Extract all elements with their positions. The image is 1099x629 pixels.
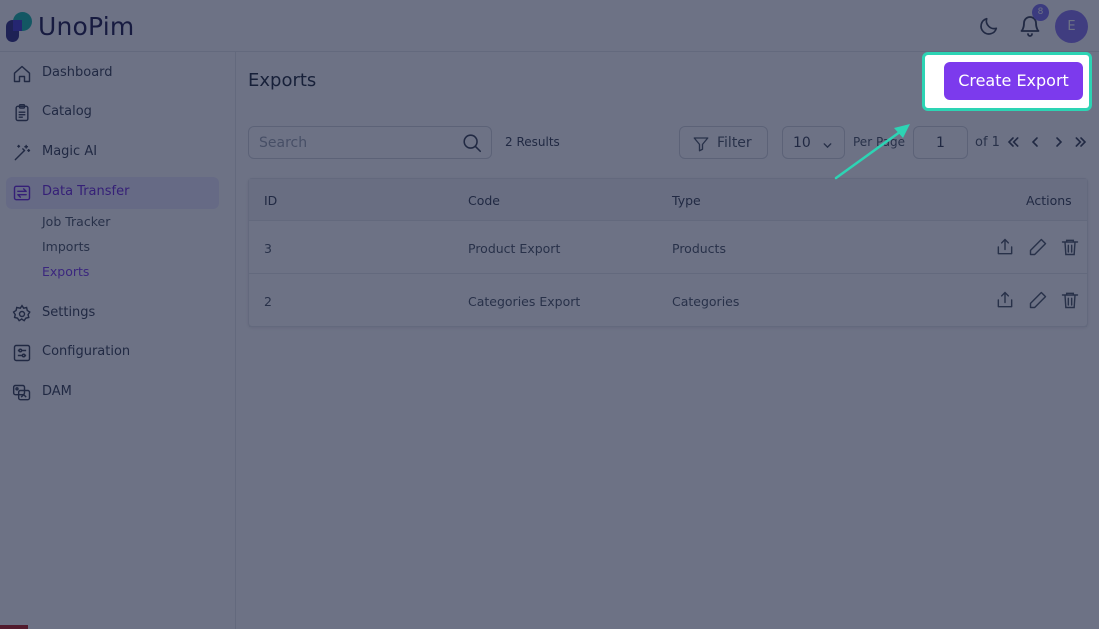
total-pages-label: of 1 (975, 135, 1000, 150)
column-header-type[interactable]: Type (672, 193, 701, 208)
export-icon[interactable] (995, 290, 1015, 310)
cell-code: Categories Export (468, 294, 581, 309)
cell-type: Categories (672, 294, 740, 309)
dark-mode-icon[interactable] (978, 15, 1000, 37)
table-header: ID Code Type Actions (249, 179, 1087, 221)
cell-type: Products (672, 241, 726, 256)
column-header-id[interactable]: ID (264, 193, 277, 208)
notification-badge: 8 (1032, 4, 1049, 21)
exports-table: ID Code Type Actions 3 Product Export Pr… (248, 178, 1088, 327)
sidebar-item-catalog[interactable]: Catalog (6, 97, 219, 129)
sidebar-subitem-job-tracker[interactable]: Job Tracker (42, 214, 110, 229)
data-transfer-icon (12, 183, 32, 203)
sidebar-item-label: Dashboard (42, 65, 113, 80)
top-header: UnoPim 8 E (0, 0, 1099, 52)
page-number-input[interactable] (913, 126, 968, 159)
search-icon[interactable] (461, 132, 483, 154)
sidebar-item-magic-ai[interactable]: Magic AI (6, 137, 219, 169)
sidebar-item-label: Catalog (42, 104, 92, 119)
logo[interactable]: UnoPim (6, 11, 134, 43)
results-count: 2 Results (505, 135, 560, 149)
cell-code: Product Export (468, 241, 561, 256)
delete-icon[interactable] (1060, 290, 1080, 310)
column-header-code[interactable]: Code (468, 193, 500, 208)
per-page-value: 10 (793, 135, 811, 151)
sidebar-item-dashboard[interactable]: Dashboard (6, 58, 219, 90)
per-page-label: Per Page (853, 135, 905, 149)
search-box[interactable] (248, 126, 492, 159)
sidebar-item-label: DAM (42, 384, 72, 399)
sidebar-item-data-transfer[interactable]: Data Transfer (6, 177, 219, 209)
cell-id: 3 (264, 241, 272, 256)
logo-text: UnoPim (38, 12, 135, 41)
per-page-select[interactable]: 10 (782, 126, 845, 159)
highlight-frame: Create Export (922, 52, 1092, 111)
table-row: 3 Product Export Products (249, 221, 1087, 274)
clipboard-icon (12, 103, 32, 123)
cell-id: 2 (264, 294, 272, 309)
filter-icon (692, 135, 710, 153)
edit-icon[interactable] (1028, 237, 1048, 257)
sidebar-item-dam[interactable]: DAM (6, 377, 219, 409)
sidebar-item-label: Configuration (42, 344, 131, 359)
column-header-actions: Actions (1026, 193, 1072, 208)
last-page-icon[interactable] (1073, 133, 1089, 151)
sidebar-item-configuration[interactable]: Configuration (6, 337, 219, 369)
sidebar-item-label: Data Transfer (42, 184, 130, 199)
search-input[interactable] (259, 134, 449, 152)
sidebar-subitem-imports[interactable]: Imports (42, 239, 90, 254)
sidebar-item-settings[interactable]: Settings (6, 298, 219, 330)
bottom-edge-strip (0, 625, 28, 629)
first-page-icon[interactable] (1005, 133, 1021, 151)
delete-icon[interactable] (1060, 237, 1080, 257)
next-page-icon[interactable] (1051, 133, 1067, 151)
chevron-down-icon (821, 137, 834, 150)
dam-icon (12, 383, 32, 403)
sidebar-item-label: Magic AI (42, 144, 98, 159)
gear-icon (12, 304, 32, 324)
sliders-icon (12, 343, 32, 363)
create-export-button[interactable]: Create Export (944, 62, 1083, 100)
previous-page-icon[interactable] (1027, 133, 1043, 151)
filter-button[interactable]: Filter (679, 126, 768, 159)
edit-icon[interactable] (1028, 290, 1048, 310)
magic-wand-icon (12, 143, 32, 163)
logo-mark-icon (6, 12, 34, 42)
user-avatar[interactable]: E (1055, 10, 1088, 43)
table-row: 2 Categories Export Categories (249, 274, 1087, 327)
sidebar-item-label: Settings (42, 305, 96, 320)
filter-label: Filter (717, 135, 752, 151)
home-icon (12, 64, 32, 84)
sidebar: Dashboard Catalog Magic AI Data Transfer… (0, 52, 236, 629)
page-title: Exports (248, 70, 317, 91)
export-icon[interactable] (995, 237, 1015, 257)
sidebar-subitem-exports[interactable]: Exports (42, 264, 89, 279)
